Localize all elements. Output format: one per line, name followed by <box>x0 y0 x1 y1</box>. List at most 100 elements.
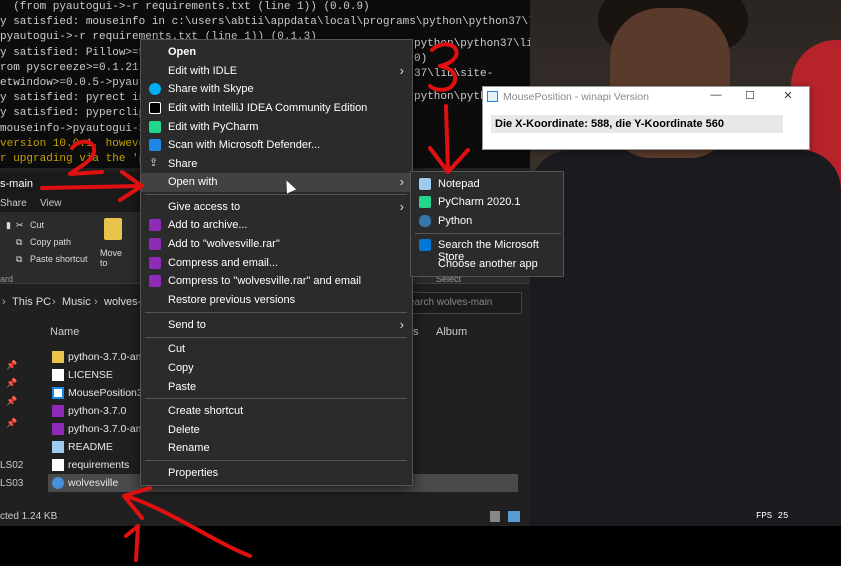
app-icon <box>487 91 498 102</box>
menu-item-edit-with-idle[interactable]: Edit with IDLE › <box>141 62 412 81</box>
menu-item-share[interactable]: ⇪ Share <box>141 155 412 174</box>
annotation-digit-1 <box>124 524 140 562</box>
cut-icon: ✂ <box>16 220 24 230</box>
chevron-right-icon: › <box>399 63 404 78</box>
terminal-line-fragment: python\python37\lib\ <box>414 38 547 50</box>
chevron-right-icon: › <box>2 296 6 308</box>
menu-item-compress-email[interactable]: Compress and email... <box>141 254 412 273</box>
breadcrumb-music[interactable]: Music <box>62 296 91 308</box>
menu-item-add-to-rar[interactable]: Add to "wolvesville.rar" <box>141 235 412 254</box>
terminal-line: y satisfied: mouseinfo in c:\users\abtii… <box>0 16 530 29</box>
python-file-icon <box>52 477 64 489</box>
search-input[interactable]: earch wolves-main <box>398 292 522 314</box>
menu-separator <box>145 398 407 399</box>
winrar-icon <box>149 275 161 287</box>
menu-item-edit-with-pycharm[interactable]: Edit with PyCharm <box>141 118 412 137</box>
chevron-right-icon: › <box>399 317 404 332</box>
paste-shortcut-button[interactable]: Paste shortcut <box>30 254 88 264</box>
window-title: MousePosition - winapi Version <box>503 91 649 103</box>
menu-separator <box>145 312 407 313</box>
coordinate-readout: Die X-Koordinate: 588, die Y-Koordinate … <box>491 115 783 133</box>
menu-separator <box>415 233 561 234</box>
skype-icon <box>149 83 161 95</box>
pin-icon[interactable]: 📌 <box>6 396 17 407</box>
submenu-item-store[interactable]: Search the Microsoft Store <box>411 236 563 263</box>
menu-separator <box>145 337 407 338</box>
menu-item-share-with-skype[interactable]: Share with Skype <box>141 80 412 99</box>
fps-counter: FPS 25 <box>756 511 789 521</box>
column-name[interactable]: Name <box>50 326 79 338</box>
move-to-button[interactable]: Move to <box>100 248 126 268</box>
tab-view[interactable]: View <box>40 198 62 209</box>
pin-icon[interactable]: 📌 <box>6 360 17 371</box>
close-button[interactable]: ✕ <box>773 89 803 105</box>
paste-shortcut-icon: ⧉ <box>16 254 23 264</box>
submenu-item-pycharm[interactable]: PyCharm 2020.1 <box>411 193 563 212</box>
menu-item-scan-defender[interactable]: Scan with Microsoft Defender... <box>141 136 412 155</box>
document-icon <box>52 441 64 453</box>
terminal-line: (from pyautogui->-r requirements.txt (li… <box>0 1 370 13</box>
pycharm-icon <box>149 121 161 133</box>
menu-item-cut[interactable]: Cut <box>141 340 412 359</box>
window-titlebar: MousePosition - winapi Version — ☐ ✕ <box>483 87 809 107</box>
copy-path-button[interactable]: Copy path <box>30 237 71 247</box>
menu-item-open[interactable]: Open <box>141 43 412 62</box>
submenu-item-python[interactable]: Python <box>411 212 563 231</box>
menu-item-properties[interactable]: Properties <box>141 464 412 483</box>
chevron-right-icon: › <box>399 199 404 214</box>
menu-item-edit-with-intellij[interactable]: Edit with IntelliJ IDEA Community Editio… <box>141 99 412 118</box>
menu-item-give-access[interactable]: Give access to › <box>141 198 412 217</box>
details-view-icon[interactable] <box>490 511 500 522</box>
menu-item-add-to-archive[interactable]: Add to archive... <box>141 216 412 235</box>
breadcrumb-wolves[interactable]: wolves- <box>104 296 141 308</box>
menu-item-rename[interactable]: Rename <box>141 439 412 458</box>
paste-icon[interactable]: ▮ <box>6 220 11 231</box>
pin-icon[interactable]: 📌 <box>6 378 17 389</box>
menu-separator <box>145 194 407 195</box>
archive-icon <box>52 405 64 417</box>
background-image: FPS 25 <box>530 0 841 526</box>
terminal-line-fragment: 0) <box>414 53 428 65</box>
store-icon <box>419 239 431 251</box>
pin-icon[interactable]: 📌 <box>6 418 17 429</box>
menu-item-restore-versions[interactable]: Restore previous versions <box>141 291 412 310</box>
winrar-icon <box>149 238 161 250</box>
mouse-position-window[interactable]: MousePosition - winapi Version — ☐ ✕ Die… <box>482 86 810 150</box>
menu-item-send-to[interactable]: Send to › <box>141 316 412 335</box>
explorer-title: s-main <box>0 178 34 190</box>
shield-icon <box>149 139 161 151</box>
winrar-icon <box>149 257 161 269</box>
cut-button[interactable]: Cut <box>30 220 44 230</box>
submenu-item-choose-app[interactable]: Choose another app <box>411 255 563 274</box>
menu-item-compress-rar-email[interactable]: Compress to "wolvesville.rar" and email <box>141 272 412 291</box>
status-bar: cted 1.24 KB <box>0 508 530 526</box>
submenu-item-notepad[interactable]: Notepad <box>411 175 563 194</box>
column-album[interactable]: Album <box>436 326 467 338</box>
chevron-right-icon: › <box>52 296 56 308</box>
menu-separator <box>145 460 407 461</box>
sidebar-item-ls02[interactable]: LS02 <box>0 460 23 471</box>
jacket-shape <box>530 150 841 526</box>
chevron-right-icon: › <box>399 174 404 189</box>
app-icon <box>52 387 64 399</box>
notepad-icon <box>419 178 431 190</box>
winrar-icon <box>149 219 161 231</box>
intellij-icon <box>149 102 161 114</box>
thumbnail-view-icon[interactable] <box>508 511 520 522</box>
menu-item-copy[interactable]: Copy <box>141 359 412 378</box>
maximize-button[interactable]: ☐ <box>735 89 765 105</box>
menu-item-open-with[interactable]: Open with › <box>141 173 412 192</box>
open-with-submenu: Notepad PyCharm 2020.1 Python Search the… <box>410 171 564 277</box>
menu-item-delete[interactable]: Delete <box>141 421 412 440</box>
sidebar-item-ls03[interactable]: LS03 <box>0 478 23 489</box>
file-icon <box>52 459 64 471</box>
status-text: cted 1.24 KB <box>0 511 58 522</box>
context-menu: Open Edit with IDLE › Share with Skype Ed… <box>140 39 413 486</box>
python-icon <box>419 215 431 227</box>
minimize-button[interactable]: — <box>701 89 731 105</box>
tab-share[interactable]: Share <box>0 198 27 209</box>
menu-item-paste[interactable]: Paste <box>141 378 412 397</box>
breadcrumb-this-pc[interactable]: This PC <box>12 296 51 308</box>
menu-item-create-shortcut[interactable]: Create shortcut <box>141 402 412 421</box>
folder-icon <box>52 351 64 363</box>
